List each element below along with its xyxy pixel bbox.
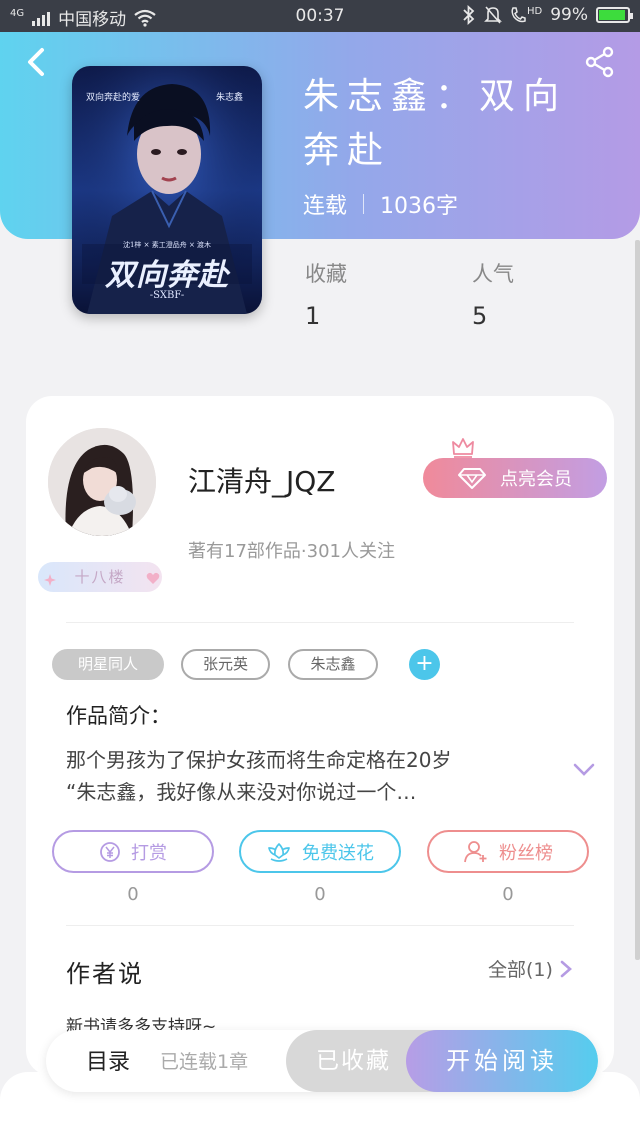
tip-button[interactable]: 打赏 [52, 830, 214, 873]
start-reading-button[interactable]: 开始阅读 [406, 1030, 598, 1092]
book-cover[interactable]: 双向奔赴的爱 朱志鑫 沈1梓 × 素工澄品舟 × 渡木 双向奔赴 -SXBF- [72, 66, 262, 314]
vip-button-label: 点亮会员 [500, 469, 572, 490]
fan-user-icon [464, 840, 487, 862]
hd-call-icon [511, 7, 526, 23]
author-says-title: 作者说 [66, 960, 144, 988]
star-icon [44, 574, 56, 586]
cover-big-title: 双向奔赴 [105, 258, 229, 293]
chevron-down-icon[interactable] [572, 762, 596, 778]
cover-credits-text: 沈1梓 × 素工澄品舟 × 渡木 [122, 241, 212, 249]
hd-label: HD [526, 6, 543, 17]
battery-icon [596, 7, 633, 23]
cover-top-left-text: 双向奔赴的爱 [86, 93, 141, 103]
meta-separator [363, 194, 365, 214]
bluetooth-icon [463, 5, 475, 25]
author-level-badge: 十八楼 [38, 562, 162, 592]
status-bar: 4G 中国移动 00:37 HD 99% [0, 0, 640, 32]
cover-subtitle: -SXBF- [149, 290, 185, 301]
fan-count: 0 [502, 884, 514, 905]
tag-zhang-yuanying[interactable]: 张元英 [181, 649, 270, 680]
tip-label: 打赏 [131, 842, 167, 864]
battery-percent: 99% [550, 5, 588, 25]
yen-coin-icon [100, 841, 120, 862]
diamond-icon [458, 468, 486, 489]
fan-ranking-label: 粉丝榜 [499, 842, 553, 864]
send-flower-label: 免费送花 [302, 842, 374, 864]
favorites-count: 1 [305, 302, 321, 330]
intro-text: 那个男孩为了保护女孩而将生命定格在20岁 “朱志鑫，我好像从来没对你说过一个… [66, 744, 566, 808]
divider [66, 925, 574, 926]
crown-icon [452, 438, 474, 458]
intro-title: 作品简介： [66, 704, 171, 728]
popularity-label: 人气 [472, 262, 514, 286]
view-all-link[interactable]: 全部(1) [488, 955, 573, 982]
scrollbar[interactable] [635, 240, 640, 960]
chevron-right-icon [560, 960, 572, 977]
author-info: 著有17部作品·301人关注 [188, 541, 395, 562]
book-meta: 连载 1036字 [303, 188, 458, 220]
chapter-count: 已连载1章 [160, 1051, 249, 1073]
intro-line-1: 那个男孩为了保护女孩而将生命定格在20岁 [66, 748, 452, 772]
author-name[interactable]: 江清舟_JQZ [188, 460, 335, 500]
send-flower-button[interactable]: 免费送花 [239, 830, 401, 873]
popularity-count: 5 [472, 302, 488, 330]
tag-celebrity-fanfic[interactable]: 明星同人 [52, 649, 164, 680]
fan-ranking-button[interactable]: 粉丝榜 [427, 830, 589, 873]
add-tag-button[interactable]: + [409, 649, 440, 680]
vip-button[interactable]: 点亮会员 [423, 458, 607, 498]
back-arrow-icon[interactable] [22, 44, 52, 80]
intro-line-2: “朱志鑫，我好像从来没对你说过一个… [66, 780, 417, 804]
view-all-label: 全部(1) [488, 959, 553, 981]
cover-top-right-text: 朱志鑫 [216, 93, 244, 103]
serial-status: 连载 [303, 194, 348, 219]
flower-icon [268, 842, 290, 862]
table-of-contents-button[interactable]: 目录 [86, 1044, 130, 1076]
mute-bell-icon [484, 6, 502, 24]
book-title: 朱志鑫：双向奔赴 [303, 76, 568, 171]
favorites-label: 收藏 [305, 262, 347, 286]
heart-icon [146, 572, 160, 584]
flower-count: 0 [314, 884, 326, 905]
avatar-photo [48, 428, 156, 536]
tag-zhu-zhixin[interactable]: 朱志鑫 [288, 649, 378, 680]
bottom-action-bar: 目录 已连载1章 已收藏 开始阅读 [46, 1030, 598, 1092]
word-count: 1036字 [380, 194, 459, 219]
tip-count: 0 [127, 884, 139, 905]
author-avatar[interactable] [48, 428, 156, 536]
divider [66, 622, 574, 623]
